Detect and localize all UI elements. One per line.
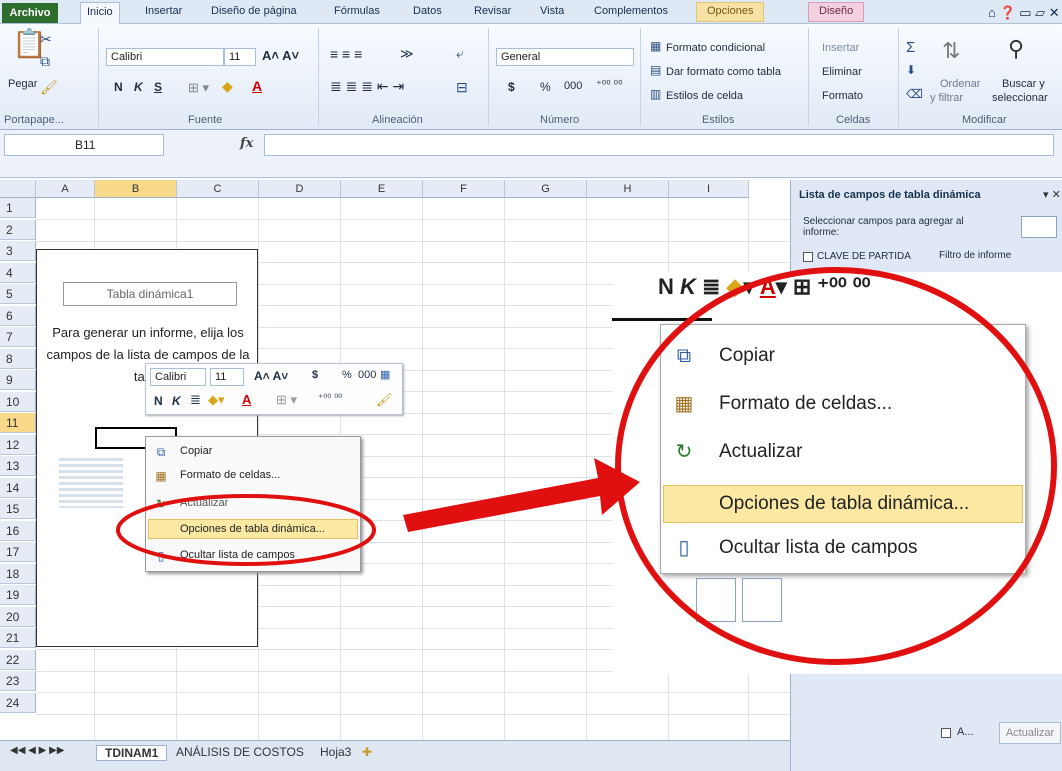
annotation-large-ellipse [615,267,1057,665]
annotation-arrow [403,458,640,532]
annotation-small-ellipse [116,494,376,566]
annotation-overlay [116,267,1057,665]
